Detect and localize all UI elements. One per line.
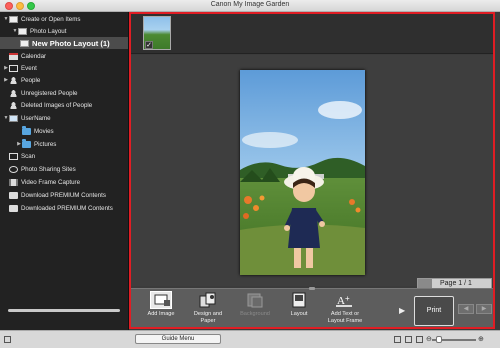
folder-icon [22,125,31,135]
child-photo-image [240,70,365,275]
background-icon [244,291,266,309]
sidebar-item-video-frame-capture[interactable]: Video Frame Capture [9,176,80,188]
background-label: Background [240,311,270,317]
deleted-people-icon [9,101,18,109]
window-title: Canon My Image Garden [210,1,290,8]
sidebar-item-event[interactable]: ▶ Event [3,62,37,74]
print-button[interactable]: Print [414,296,454,326]
sidebar-item-pictures[interactable]: ▶ Pictures [16,138,56,150]
add-text-icon: A + [334,291,356,309]
sidebar-item-label: Deleted Images of People [21,101,93,109]
sidebar-item-label: Scan [21,152,36,160]
thumbnail-view-icon[interactable] [394,336,401,343]
full-screen-icon[interactable] [416,336,423,343]
sidebar-item-label: Pictures [34,140,57,148]
add-image-icon [150,291,172,309]
layout-label: Layout [290,311,308,317]
design-and-paper-label: Design and Paper [193,311,223,324]
folder-icon [22,138,31,148]
sidebar-item-movies[interactable]: Movies [22,125,54,137]
download-icon [9,191,18,199]
add-image-label: Add Image [147,311,175,317]
film-icon [9,178,18,186]
unregistered-people-icon [9,89,18,97]
sidebar-item-scan[interactable]: Scan [9,150,35,162]
details-view-icon[interactable] [405,336,412,343]
sidebar-item-label: Movies [34,127,54,135]
sidebar-scrollbar[interactable] [8,309,120,312]
add-text-label: Add Text or Layout Frame [327,311,363,324]
sidebar-item-new-photo-layout[interactable]: New Photo Layout (1) [0,37,128,49]
zoom-slider-knob[interactable] [436,336,442,343]
sidebar-item-people[interactable]: ▶ People [3,74,40,86]
sidebar-item-label: Event [21,64,37,72]
layout-button[interactable]: Layout [282,291,316,318]
next-page-button[interactable]: ▶ [476,304,492,314]
sidebar-item-username[interactable]: ▼ UserName [3,112,51,124]
zoom-in-icon[interactable]: ⊕ [478,335,484,343]
sidebar-item-label: Download PREMIUM Contents [21,191,106,199]
design-and-paper-icon [197,291,219,309]
sidebar-item-label: Photo Sharing Sites [21,165,76,173]
previous-page-button[interactable]: ◀ [458,304,474,314]
sidebar-item-label: Photo Layout [30,27,67,35]
sidebar-item-photo-sharing-sites[interactable]: Photo Sharing Sites [9,163,76,175]
people-icon [9,76,18,84]
downloaded-icon [9,204,18,212]
sidebar-item-label: Calendar [21,52,47,60]
scan-icon [9,152,18,160]
sidebar-item-create-or-open-items[interactable]: ▼ Create or Open Items [3,13,81,25]
sidebar-item-calendar[interactable]: Calendar [9,50,46,62]
toolbar-more-arrow-icon[interactable]: ▶ [399,306,405,315]
sidebar-item-label: UserName [21,114,51,122]
sidebar-item-downloaded-premium-contents[interactable]: Downloaded PREMIUM Contents [9,202,113,214]
globe-icon [9,165,18,173]
layout-photo[interactable] [240,70,365,275]
sidebar-item-label: New Photo Layout (1) [32,38,110,48]
title-bar: Canon My Image Garden [0,0,500,12]
guide-menu-button[interactable]: Guide Menu [135,334,221,344]
layout-item-icon [20,39,29,47]
sidebar-item-photo-layout[interactable]: ▼ Photo Layout [12,25,66,37]
photo-layout-icon [18,27,27,35]
zoom-out-icon[interactable]: ⊖ [426,335,432,343]
sidebar-item-unregistered-people[interactable]: Unregistered People [9,87,77,99]
svg-text:+: + [345,294,350,303]
sidebar-item-label: Create or Open Items [21,15,81,23]
calendar-icon [9,52,18,60]
create-items-icon [9,15,18,23]
sidebar-item-label: Unregistered People [21,89,78,97]
checkmark-icon[interactable]: ✓ [145,41,153,49]
design-and-paper-button[interactable]: Design and Paper [188,291,228,324]
toolbar-resize-handle[interactable] [309,287,315,290]
sidebar-item-deleted-images-of-people[interactable]: Deleted Images of People [9,99,92,111]
sidebar-item-download-premium-contents[interactable]: Download PREMIUM Contents [9,189,106,201]
status-bar [0,330,500,348]
layout-icon [288,291,310,309]
page-indicator-label: Page 1 / 1 [440,280,472,287]
sidebar-item-label: Video Frame Capture [21,178,81,186]
add-text-or-layout-frame-button[interactable]: A + Add Text or Layout Frame [322,291,368,324]
add-image-button[interactable]: Add Image [144,291,178,318]
background-button[interactable]: Background [236,291,274,318]
thumbnail-strip [131,14,493,54]
sidebar-toggle-icon[interactable] [4,336,11,343]
sidebar-item-label: People [21,76,41,84]
event-icon [9,64,18,72]
sidebar-item-label: Downloaded PREMIUM Contents [21,204,113,212]
computer-icon [9,114,18,122]
